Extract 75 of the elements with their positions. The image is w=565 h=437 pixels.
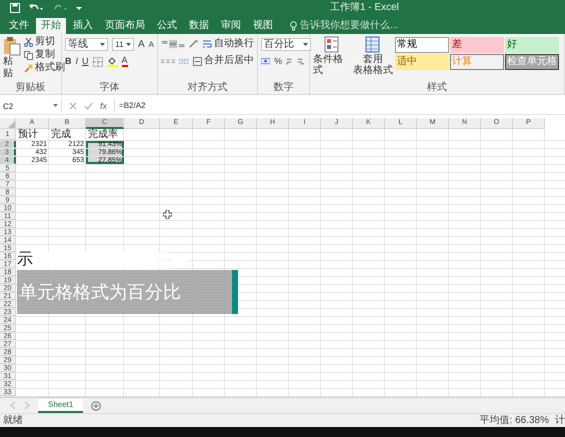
add-sheet-icon[interactable] bbox=[91, 400, 102, 410]
caret-icon bbox=[303, 42, 308, 46]
scissors-icon bbox=[24, 38, 33, 46]
paste-button[interactable]: 粘贴 bbox=[3, 36, 21, 82]
format-painter-button[interactable]: 格式刷 bbox=[24, 62, 65, 74]
ribbon-tab[interactable]: 开始 bbox=[36, 18, 66, 34]
font-style-button[interactable]: U bbox=[82, 56, 89, 67]
table-icon bbox=[365, 36, 381, 54]
table-cell-text: 完成率 bbox=[87, 129, 119, 140]
caret-icon bbox=[100, 42, 106, 46]
check-icon[interactable] bbox=[84, 102, 93, 110]
wrap-text-button[interactable]: 自动换行 bbox=[203, 38, 254, 50]
group-label: 字体 bbox=[98, 82, 120, 94]
save-icon[interactable] bbox=[10, 3, 20, 13]
format-as-table-button[interactable]: 套用 表格格式 bbox=[354, 36, 392, 82]
ribbon-tab[interactable]: 插入 bbox=[68, 18, 98, 34]
merge-icon bbox=[193, 56, 202, 66]
group-label: 样式 bbox=[426, 82, 448, 94]
caret-icon bbox=[53, 104, 58, 108]
font-size-dropdown[interactable]: 11 bbox=[112, 38, 134, 51]
ribbon-tab[interactable]: 视图 bbox=[248, 18, 278, 34]
paintbrush-icon bbox=[24, 64, 33, 72]
caret-icon bbox=[126, 42, 131, 46]
formula-field[interactable]: =B2/A2 bbox=[114, 99, 565, 113]
conditional-format-button[interactable]: 条件格式 bbox=[313, 36, 351, 82]
fill-color-icon[interactable] bbox=[106, 56, 118, 67]
merge-center-button[interactable]: 合并后居中 bbox=[193, 55, 254, 67]
count-text: 计 bbox=[555, 414, 565, 426]
ribbon-tab[interactable]: 公式 bbox=[152, 18, 182, 34]
group-label: 对齐方式 bbox=[186, 82, 228, 94]
ribbon-tab[interactable]: 文件 bbox=[4, 18, 34, 34]
font-style-button[interactable]: I bbox=[76, 56, 78, 67]
copy-icon bbox=[24, 50, 33, 60]
window-title: 工作簿1 - Excel bbox=[330, 2, 399, 14]
group-label: 数字 bbox=[272, 82, 294, 94]
text-align-icon[interactable] bbox=[161, 56, 176, 66]
wrap-text-icon bbox=[203, 40, 212, 48]
grow-font-button[interactable]: A bbox=[138, 39, 145, 50]
insert-function-button[interactable]: fx bbox=[100, 101, 108, 111]
name-box[interactable]: C2 bbox=[0, 99, 62, 113]
indent-icon[interactable] bbox=[179, 56, 189, 66]
align-icon[interactable] bbox=[161, 39, 186, 49]
average-text: 平均值: 66.38% bbox=[480, 414, 549, 426]
ribbon-tab[interactable]: 数据 bbox=[184, 18, 214, 34]
cross-cursor-icon bbox=[163, 210, 172, 219]
tell-me-field[interactable]: 告诉我你想要做什么... bbox=[290, 18, 398, 34]
table-cell-text: 完成 bbox=[50, 129, 72, 140]
caption-text: 单元格格式为百分比 bbox=[18, 281, 181, 303]
borders-icon[interactable] bbox=[92, 56, 103, 66]
number-format-dropdown[interactable]: 百分比 bbox=[261, 38, 311, 51]
ribbon-tab[interactable]: 页面布局 bbox=[100, 18, 150, 34]
status-text: 就绪 bbox=[3, 414, 23, 426]
caption-accent-bar bbox=[232, 270, 238, 314]
sheet-tab[interactable]: Sheet1 bbox=[38, 398, 84, 412]
cell-style[interactable]: 适中 bbox=[395, 54, 449, 70]
ribbon-tab[interactable]: 审阅 bbox=[216, 18, 246, 34]
cell-style[interactable]: 常规 bbox=[395, 37, 449, 53]
shrink-font-button[interactable]: A bbox=[148, 39, 154, 50]
caret-icon[interactable] bbox=[76, 5, 82, 11]
orientation-icon[interactable] bbox=[189, 39, 199, 49]
caption-text: 示 bbox=[17, 251, 33, 269]
table-cell-text: 预计 bbox=[17, 129, 39, 140]
cancel-icon[interactable] bbox=[69, 102, 77, 110]
font-style-button[interactable]: B bbox=[65, 56, 72, 67]
cell-style[interactable]: 好 bbox=[505, 37, 559, 53]
copy-button[interactable]: 复制 bbox=[24, 49, 65, 61]
decimal-icon[interactable] bbox=[286, 57, 306, 66]
group-label: 剪贴板 bbox=[14, 82, 46, 94]
font-name-dropdown[interactable]: 等线 bbox=[65, 38, 108, 51]
lightbulb-icon bbox=[290, 21, 297, 31]
cut-button[interactable]: 剪切 bbox=[24, 36, 65, 48]
font-color-button[interactable]: A bbox=[122, 56, 128, 67]
percent-button[interactable]: % bbox=[274, 56, 282, 67]
cell-style[interactable]: 差 bbox=[450, 37, 504, 53]
currency-icon[interactable] bbox=[261, 57, 270, 66]
